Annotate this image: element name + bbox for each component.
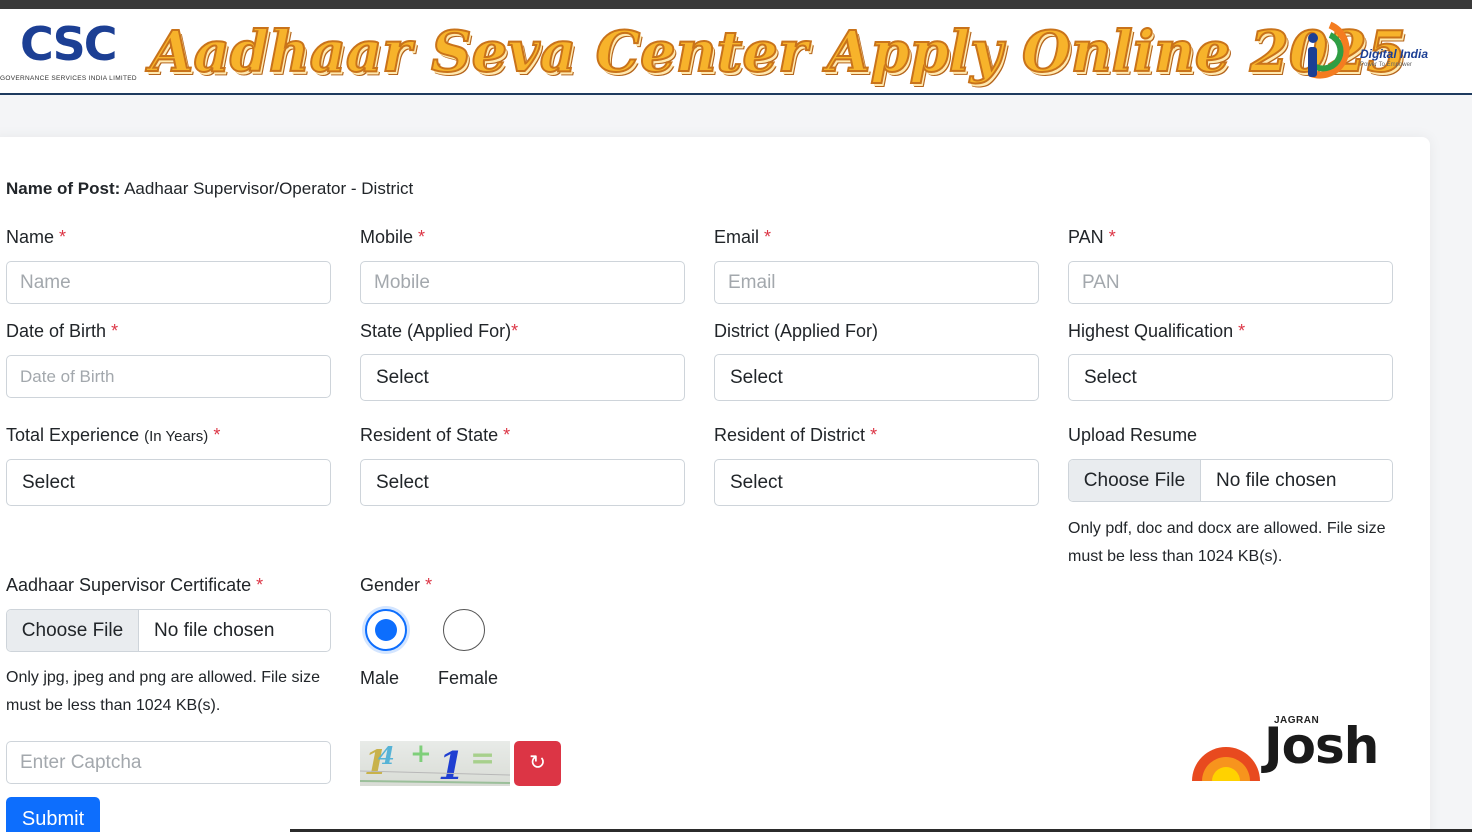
qualification-select[interactable]: Select [1068,354,1393,401]
digital-india-text: Digital India [1360,47,1429,61]
required-marker: * [256,575,264,595]
csc-logo-text: CSC [20,17,118,71]
mobile-label: Mobile * [360,227,425,248]
refresh-icon: ↻ [529,752,546,774]
digital-india-logo: Digital India Power To Empower [1298,17,1438,87]
required-marker: * [1108,227,1116,247]
post-value: Aadhaar Supervisor/Operator - District [124,179,414,198]
pan-input[interactable] [1068,261,1393,304]
gender-label: Gender * [360,575,432,596]
required-marker: * [1238,321,1246,341]
jagran-josh-sun-icon [1192,747,1260,781]
jagran-josh-logo: JAGRAN Josh [1190,715,1379,785]
required-marker: * [511,321,519,341]
resume-choose-file-button[interactable]: Choose File [1069,460,1201,501]
pan-label: PAN * [1068,227,1116,248]
required-marker: * [870,425,878,445]
resident-district-select[interactable]: Select [714,459,1039,506]
certificate-label-text: Aadhaar Supervisor Certificate [6,575,252,595]
gender-female-label: Female [438,668,499,688]
dob-input[interactable] [6,355,331,398]
district-applied-label: District (Applied For) [714,321,878,342]
certificate-label: Aadhaar Supervisor Certificate * [6,575,263,596]
certificate-choose-file-button[interactable]: Choose File [7,610,139,651]
name-label-text: Name [6,227,55,247]
resident-district-label-text: Resident of District [714,425,866,445]
captcha-refresh-button[interactable]: ↻ [514,741,561,786]
experience-unit-text: (In Years) [144,428,209,445]
captcha-image: 1 4 + 1 = [360,741,510,786]
mobile-label-text: Mobile [360,227,414,247]
mobile-input[interactable] [360,261,685,304]
resume-file-input[interactable]: Choose File No file chosen [1068,459,1393,502]
state-applied-select[interactable]: Select [360,354,685,401]
resident-district-label: Resident of District * [714,425,877,446]
gender-male-label: Male [360,668,400,688]
josh-text: Josh [1264,717,1379,775]
email-label: Email * [714,227,771,248]
experience-label: Total Experience (In Years) * [6,425,220,446]
certificate-hint: Only jpg, jpeg and png are allowed. File… [6,669,320,714]
name-label: Name * [6,227,66,248]
required-marker: * [764,227,772,247]
certificate-file-name: No file chosen [154,620,275,641]
state-applied-label-text: State (Applied For) [360,321,512,341]
post-label: Name of Post: [6,179,121,198]
required-marker: * [213,425,221,445]
pan-label-text: PAN [1068,227,1104,247]
resume-file-name: No file chosen [1216,470,1337,491]
required-marker: * [111,321,119,341]
required-marker: * [503,425,511,445]
required-marker: * [418,227,426,247]
district-applied-label-text: District (Applied For) [714,321,879,341]
required-marker: * [425,575,433,595]
post-info: Name of Post: Aadhaar Supervisor/Operato… [6,179,413,199]
submit-button[interactable]: Submit [6,797,100,832]
dob-label: Date of Birth * [6,321,118,342]
resume-label: Upload Resume [1068,425,1198,445]
required-marker: * [59,227,67,247]
banner-title: Aadhaar Seva Center Apply Online 2025 [149,18,1407,86]
qualification-label-text: Highest Qualification [1068,321,1234,341]
dob-label-text: Date of Birth [6,321,107,341]
page-header: CSC GOVERNANCE SERVICES INDIA LIMITED Aa… [0,9,1472,95]
resident-state-select[interactable]: Select [360,459,685,506]
state-applied-label: State (Applied For)* [360,321,518,342]
gender-female-radio[interactable] [443,609,485,651]
name-input[interactable] [6,261,331,304]
experience-label-text: Total Experience [6,425,140,445]
csc-logo: CSC GOVERNANCE SERVICES INDIA LIMITED [0,17,148,85]
resident-state-label: Resident of State * [360,425,510,446]
certificate-file-input[interactable]: Choose File No file chosen [6,609,331,652]
gender-label-text: Gender [360,575,421,595]
district-applied-select[interactable]: Select [714,354,1039,401]
top-bar [0,0,1472,9]
email-label-text: Email [714,227,760,247]
captcha-noise-lines [360,770,510,784]
gender-male-radio[interactable] [365,609,407,651]
experience-select[interactable]: Select [6,459,331,506]
email-input[interactable] [714,261,1039,304]
digital-india-icon [1308,21,1350,79]
captcha-input[interactable] [6,741,331,784]
csc-logo-subtext: GOVERNANCE SERVICES INDIA LIMITED [0,75,137,82]
digital-india-tagline: Power To Empower [1360,62,1412,68]
resident-state-label-text: Resident of State [360,425,499,445]
qualification-label: Highest Qualification * [1068,321,1245,342]
resume-hint: Only pdf, doc and docx are allowed. File… [1068,520,1386,565]
